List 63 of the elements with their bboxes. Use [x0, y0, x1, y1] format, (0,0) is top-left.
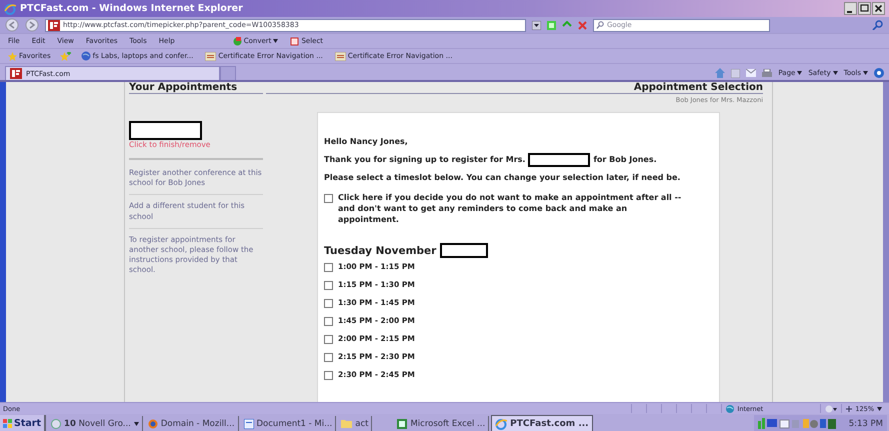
windows-logo-icon: [3, 419, 12, 428]
forward-icon[interactable]: [25, 18, 39, 32]
checkbox[interactable]: [324, 334, 333, 344]
chat-icon: [51, 418, 62, 428]
taskbar-button[interactable]: Domain - Mozill...: [144, 416, 239, 431]
opt-out-label: Click here if you decide you do not want to make an appointment after all -- and don't want to get any reminders to come back and make an appointment.: [338, 192, 682, 226]
mail-icon[interactable]: [746, 69, 756, 77]
page-icon: [334, 52, 346, 60]
checkbox[interactable]: [324, 316, 333, 326]
taskbar-button[interactable]: 10 Novell Gro...: [48, 416, 143, 431]
search-icon: [596, 21, 604, 29]
window-title: PTCFast.com - Windows Internet Explorer: [20, 3, 244, 14]
page-title: Appointment Selection: [266, 82, 763, 94]
checkbox[interactable]: [324, 352, 333, 362]
ie-logo-icon: [4, 2, 16, 14]
thanks-text: for Bob Jones.: [593, 154, 657, 166]
site-logo-icon: [10, 68, 22, 79]
spreadsheet-icon: [397, 418, 408, 428]
taskbar-button[interactable]: act: [338, 416, 372, 431]
taskbar-button[interactable]: Document1 - Mi...: [240, 416, 336, 431]
checkbox[interactable]: [324, 370, 333, 380]
clock-text: 5:13 PM: [848, 418, 883, 428]
browser-icon: [148, 418, 158, 428]
document-icon: [244, 418, 254, 428]
taskbar-button[interactable]: Microsoft Excel ...: [394, 416, 490, 431]
maximize-icon[interactable]: [858, 2, 871, 15]
minimize-icon[interactable]: [844, 2, 857, 15]
zoom-icon: [846, 406, 852, 412]
checkbox[interactable]: [324, 298, 333, 308]
caret-icon: [797, 71, 802, 75]
redaction-box: [440, 243, 488, 258]
convert-icon: [232, 36, 242, 46]
ie-logo-icon: [495, 418, 508, 430]
close-icon[interactable]: [872, 2, 885, 15]
caret-icon: [832, 71, 838, 75]
checkbox[interactable]: [324, 280, 333, 290]
search-button-icon[interactable]: [872, 20, 884, 30]
instruction-text: Please select a timeslot below. You can change your selection later, if need be.: [324, 172, 682, 184]
caret-icon: [863, 71, 868, 75]
start-button[interactable]: Start: [0, 415, 46, 431]
back-icon[interactable]: [5, 18, 19, 32]
protected-mode-icon[interactable]: [825, 404, 838, 412]
caret-icon: [877, 406, 882, 410]
star-icon: [8, 52, 17, 60]
section-heading: Your Appointments: [129, 82, 263, 94]
printer-icon[interactable]: [762, 68, 772, 78]
checkbox[interactable]: [324, 194, 333, 203]
select-icon: [290, 36, 300, 46]
caret-icon: [273, 39, 278, 43]
folder-icon: [341, 419, 352, 428]
redaction-box: [528, 153, 590, 168]
taskbar-button[interactable]: PTCFast.com ...: [491, 415, 593, 431]
day-heading: Tuesday November: [324, 244, 436, 257]
greeting-text: Hello Nancy Jones,: [324, 136, 409, 148]
dropdown-icon[interactable]: [532, 20, 541, 30]
thanks-text: Thank you for signing up to register for Mrs.: [324, 154, 526, 166]
checkbox[interactable]: [324, 262, 333, 272]
caret-icon: [134, 422, 139, 426]
help-icon[interactable]: [874, 68, 884, 78]
page-icon: [205, 52, 216, 60]
globe-icon: [80, 51, 91, 61]
globe-icon: [726, 404, 734, 412]
site-logo-icon: [48, 20, 60, 30]
